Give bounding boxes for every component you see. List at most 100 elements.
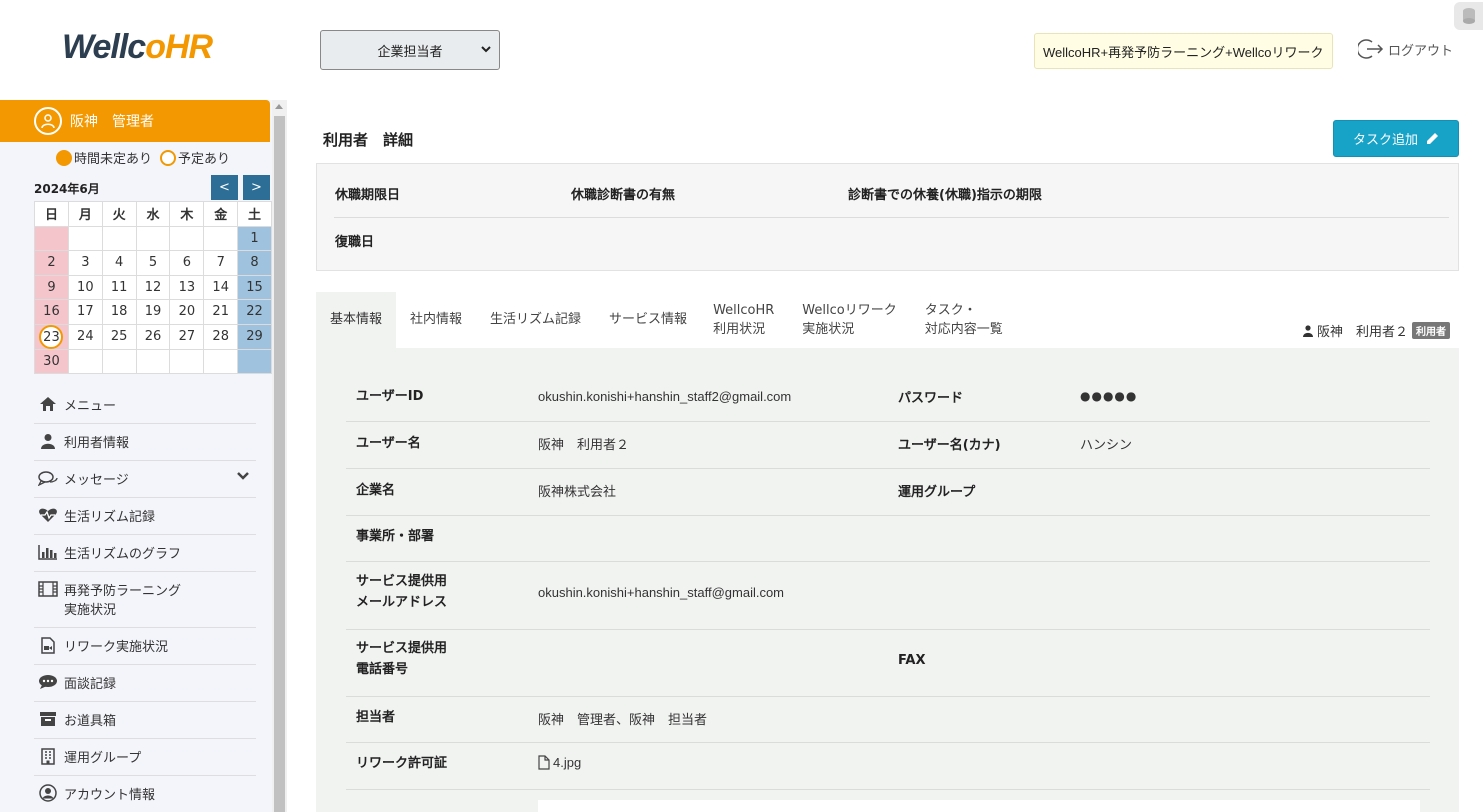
calendar-day[interactable] (101, 348, 137, 374)
calendar-day[interactable]: 21 (203, 299, 239, 325)
calendar-day[interactable] (169, 348, 205, 374)
sidebar-item-toolbox[interactable]: お道具箱 (34, 702, 256, 739)
role-select[interactable]: 企業担当者 (320, 30, 500, 70)
logout-icon (1358, 39, 1384, 59)
calendar-day[interactable]: 9 (34, 274, 69, 300)
calendar-next-button[interactable]: > (243, 175, 270, 200)
tab-tasks[interactable]: タスク・ 対応内容一覧 (911, 292, 1017, 348)
leave-summary: 休職期限日 休職診断書の有無 診断書での休養(休職)指示の期限 復職日 (316, 163, 1459, 271)
calendar-day[interactable]: 25 (101, 323, 137, 350)
calendar-day[interactable]: 22 (237, 299, 272, 325)
calendar-day[interactable]: 16 (34, 299, 69, 325)
calendar-day[interactable]: 6 (169, 250, 205, 276)
tab-rework-status[interactable]: Wellcoリワーク 実施状況 (788, 292, 910, 348)
sidebar-item-learning-status[interactable]: 再発予防ラーニング 実施状況 (34, 572, 256, 628)
tab-company-info[interactable]: 社内情報 (396, 292, 476, 348)
calendar-day[interactable]: 2 (34, 250, 69, 276)
sidebar-scrollbar[interactable] (272, 100, 287, 812)
service-plan-badge: WellcoHR+再発予防ラーニング+Wellcoリワーク (1034, 33, 1333, 69)
calendar-day[interactable]: 29 (237, 323, 272, 350)
calendar-day[interactable]: 20 (169, 299, 205, 325)
calendar-day[interactable]: 13 (169, 274, 205, 300)
calendar-day[interactable]: 4 (101, 250, 137, 276)
detail-tabs: 基本情報 社内情報 生活リズム記録 サービス情報 WellcoHR 利用状況 W… (316, 292, 1017, 348)
calendar-day[interactable]: 30 (34, 348, 69, 374)
company-value: 阪神株式会社 (538, 484, 617, 499)
logout-link[interactable]: ログアウト (1358, 38, 1453, 60)
sidebar-item-menu[interactable]: メニュー (34, 387, 256, 424)
user-icon (38, 432, 58, 450)
calendar-day[interactable] (203, 225, 239, 251)
calendar-day[interactable] (169, 225, 205, 251)
video-file-icon (38, 636, 58, 654)
legend-scheduled: 予定あり (160, 148, 230, 167)
tab-basic-info[interactable]: 基本情報 (316, 292, 397, 348)
weekday-header: 水 (135, 201, 171, 227)
calendar-day[interactable] (34, 225, 69, 251)
sidebar-item-account-info[interactable]: アカウント情報 (34, 776, 256, 812)
logo[interactable]: WellcoHR (62, 28, 213, 67)
calendar-day[interactable] (101, 225, 137, 251)
calendar-day[interactable]: 10 (67, 274, 103, 300)
chevron-down-icon (481, 46, 491, 53)
heartbeat-icon (38, 506, 58, 524)
tab-wellcohr-usage[interactable]: WellcoHR 利用状況 (701, 292, 788, 348)
sidebar-item-life-rhythm-graph[interactable]: 生活リズムのグラフ (34, 535, 256, 572)
calendar-day[interactable]: 7 (203, 250, 239, 276)
staff-value: 阪神 管理者、阪神 担当者 (538, 712, 708, 727)
chevron-down-icon[interactable] (236, 471, 250, 481)
legend-unscheduled: 時間未定あり (56, 148, 152, 167)
scroll-up-icon[interactable] (275, 104, 283, 109)
calendar-day[interactable]: 8 (237, 250, 272, 276)
comment-icon (38, 673, 58, 691)
calendar-day[interactable]: 27 (169, 323, 205, 350)
diagnosis-presence-label: 休職診断書の有無 (571, 188, 676, 203)
sidebar-item-interview-records[interactable]: 面談記録 (34, 665, 256, 702)
storage-widget[interactable] (1454, 2, 1483, 30)
calendar-day-today[interactable]: 23 (34, 323, 69, 350)
calendar-day[interactable]: 28 (203, 323, 239, 350)
tab-life-rhythm[interactable]: 生活リズム記録 (476, 292, 595, 348)
sidebar-item-rework-status[interactable]: リワーク実施状況 (34, 628, 256, 665)
calendar-day[interactable] (135, 225, 171, 251)
scrollbar-thumb[interactable] (274, 116, 285, 812)
weekday-header: 土 (237, 201, 272, 227)
calendar-day[interactable]: 17 (67, 299, 103, 325)
calendar-day[interactable]: 19 (135, 299, 171, 325)
add-task-button[interactable]: タスク追加 (1333, 120, 1459, 157)
divider (334, 217, 1449, 218)
permit-file-link[interactable]: 4.jpg (538, 755, 581, 770)
weekday-header: 金 (203, 201, 239, 227)
tab-service-info[interactable]: サービス情報 (595, 292, 701, 348)
calendar-prev-button[interactable]: < (211, 175, 238, 200)
user-id-value: okushin.konishi+hanshin_staff2@gmail.com (538, 389, 792, 404)
calendar-day[interactable]: 11 (101, 274, 137, 300)
calendar-day[interactable] (67, 225, 103, 251)
sidebar-item-operation-group[interactable]: 運用グループ (34, 739, 256, 776)
calendar-day[interactable] (67, 348, 103, 374)
sidebar-item-user-info[interactable]: 利用者情報 (34, 424, 256, 461)
calendar-day[interactable]: 26 (135, 323, 171, 350)
film-icon (38, 580, 58, 598)
calendar-day[interactable]: 1 (237, 225, 272, 251)
calendar-day[interactable]: 12 (135, 274, 171, 300)
info-row-company: 企業名 阪神株式会社 運用グループ (346, 469, 1430, 516)
sidebar-user[interactable]: 阪神 管理者 (0, 100, 270, 142)
calendar-day[interactable]: 5 (135, 250, 171, 276)
calendar: 日 月 火 水 木 金 土 1 2 3 4 5 6 7 8 9 10 11 12… (34, 201, 272, 374)
header: WellcoHR 企業担当者 WellcoHR+再発予防ラーニング+Wellco… (0, 0, 1483, 100)
service-email-value: okushin.konishi+hanshin_staff@gmail.com (538, 585, 785, 600)
sidebar-item-messages[interactable]: メッセージ (34, 461, 256, 498)
calendar-day[interactable]: 24 (67, 323, 103, 350)
calendar-day[interactable] (203, 348, 239, 374)
calendar-day[interactable] (135, 348, 171, 374)
calendar-day[interactable]: 14 (203, 274, 239, 300)
weekday-header: 月 (67, 201, 103, 227)
calendar-day[interactable]: 3 (67, 250, 103, 276)
calendar-day[interactable]: 18 (101, 299, 137, 325)
return-date-label: 復職日 (335, 235, 375, 250)
sidebar-item-life-rhythm[interactable]: 生活リズム記録 (34, 498, 256, 535)
calendar-day[interactable]: 15 (237, 274, 272, 300)
calendar-day[interactable] (237, 348, 272, 374)
user-circle-icon (34, 107, 62, 135)
